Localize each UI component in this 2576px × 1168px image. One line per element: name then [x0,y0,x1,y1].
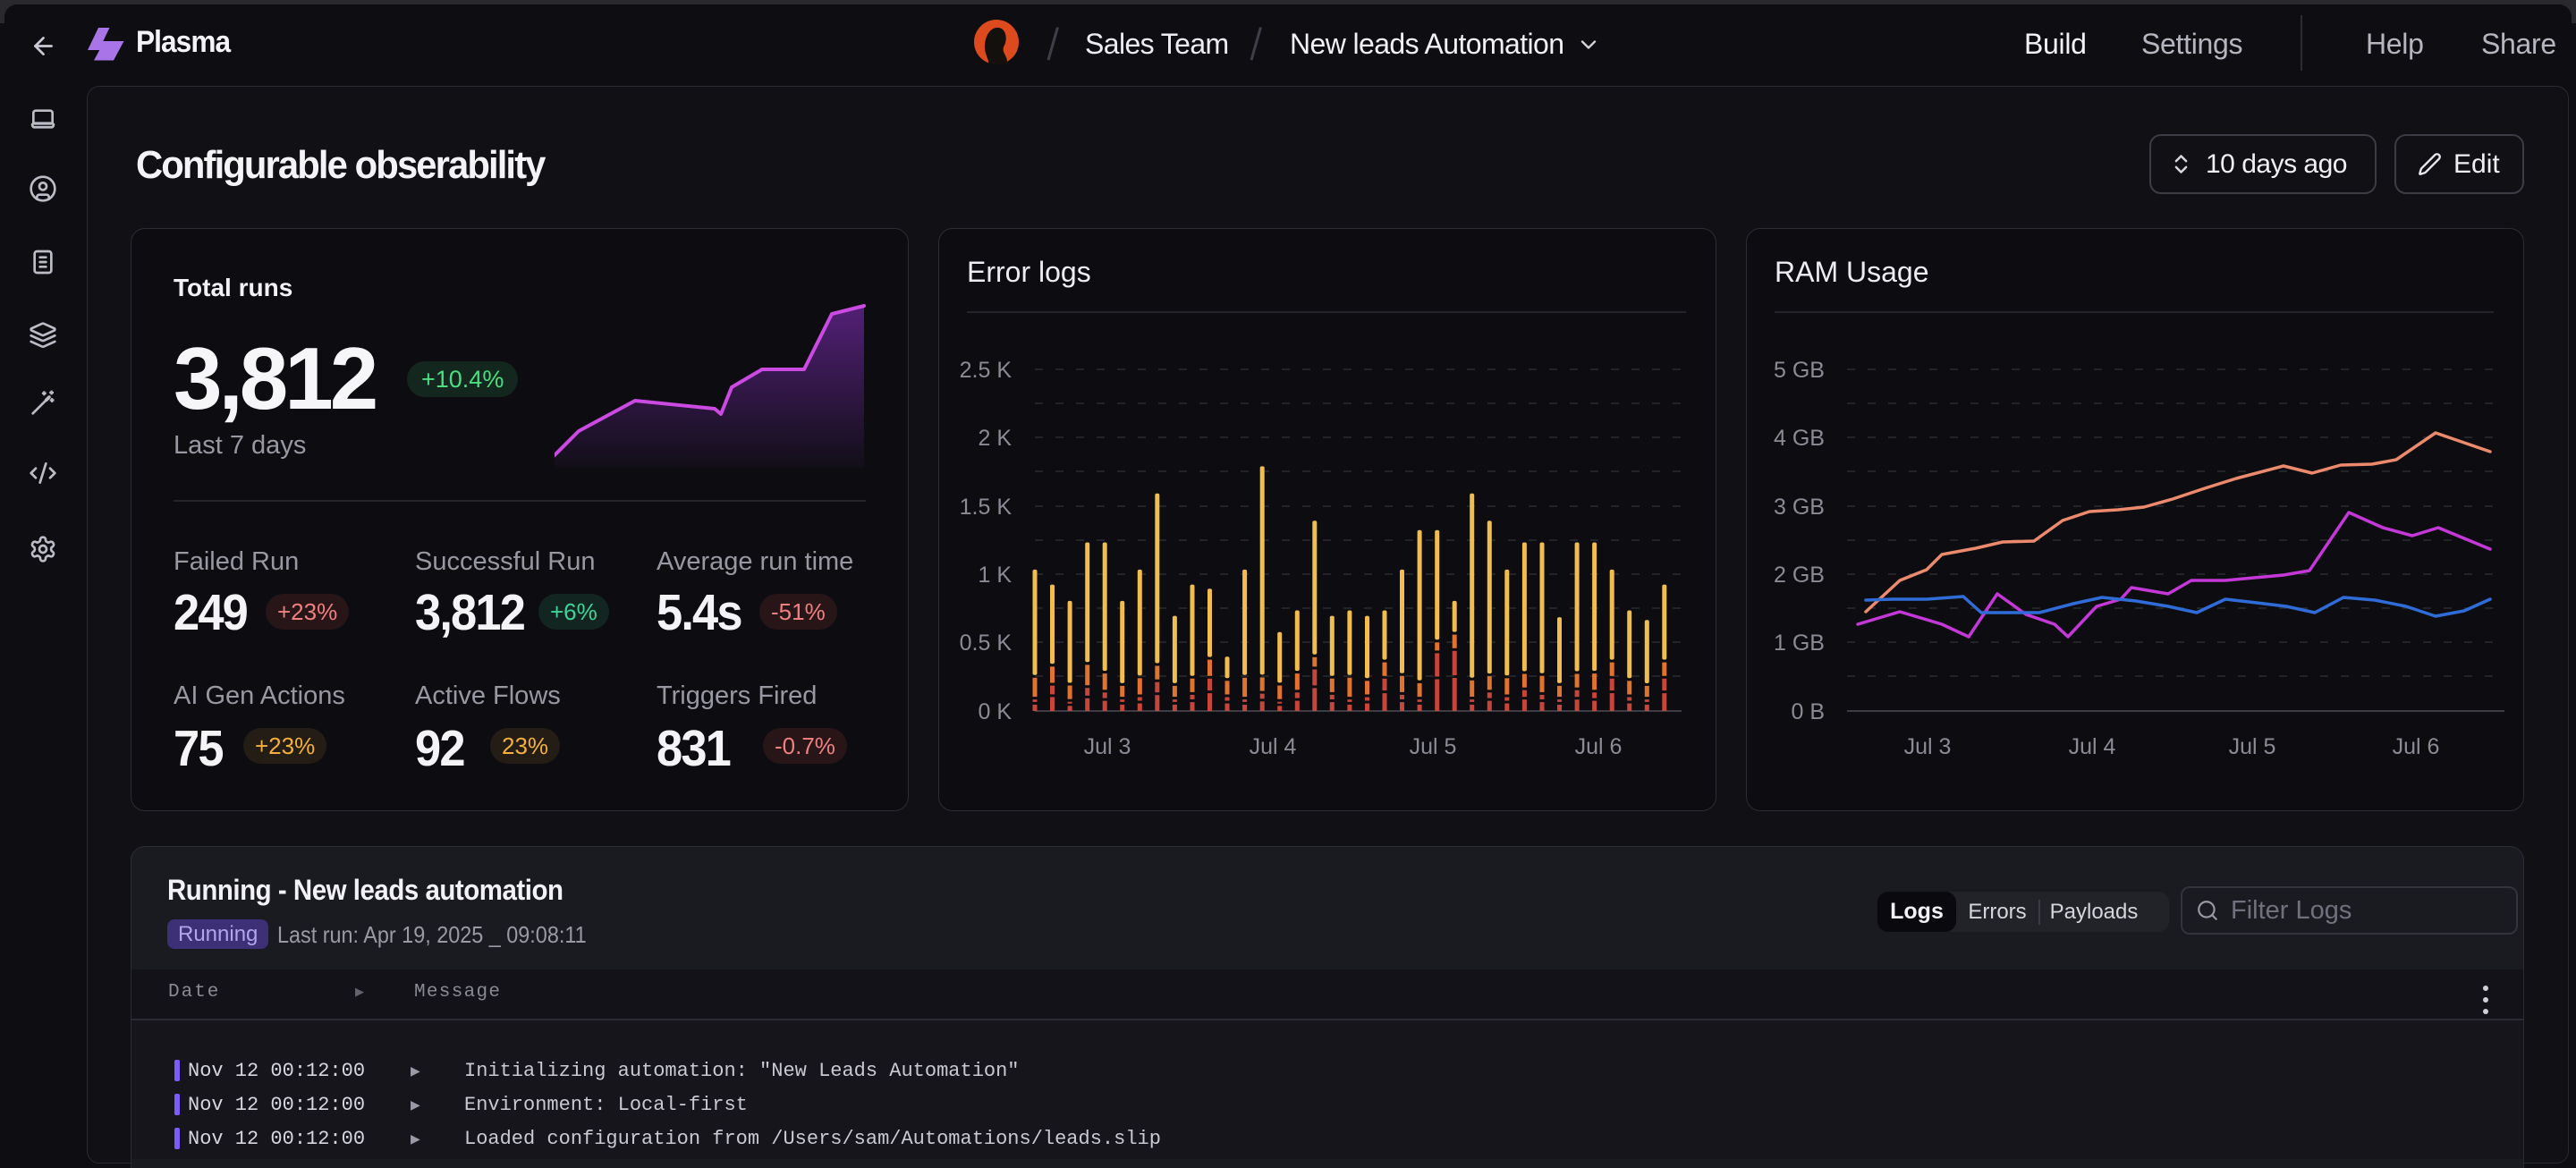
svg-text:Jul 4: Jul 4 [1250,734,1297,759]
svg-text:1 GB: 1 GB [1774,631,1825,656]
svg-text:0 B: 0 B [1791,699,1825,724]
svg-text:Jul 6: Jul 6 [1575,734,1623,759]
svg-text:1 K: 1 K [978,563,1012,588]
svg-text:5 GB: 5 GB [1774,358,1825,383]
svg-text:1.5 K: 1.5 K [960,495,1013,520]
svg-text:2.5 K: 2.5 K [960,358,1013,383]
svg-text:Jul 3: Jul 3 [1904,734,1952,759]
svg-text:3 GB: 3 GB [1774,495,1825,520]
svg-text:2 GB: 2 GB [1774,563,1825,588]
svg-text:Jul 5: Jul 5 [2229,734,2276,759]
svg-text:0.5 K: 0.5 K [960,631,1013,656]
svg-text:Jul 5: Jul 5 [1410,734,1457,759]
svg-text:Jul 6: Jul 6 [2393,734,2440,759]
svg-text:0 K: 0 K [978,699,1012,724]
svg-text:Jul 4: Jul 4 [2069,734,2116,759]
svg-text:4 GB: 4 GB [1774,426,1825,451]
svg-text:Jul 3: Jul 3 [1084,734,1131,759]
svg-text:2 K: 2 K [978,426,1012,451]
